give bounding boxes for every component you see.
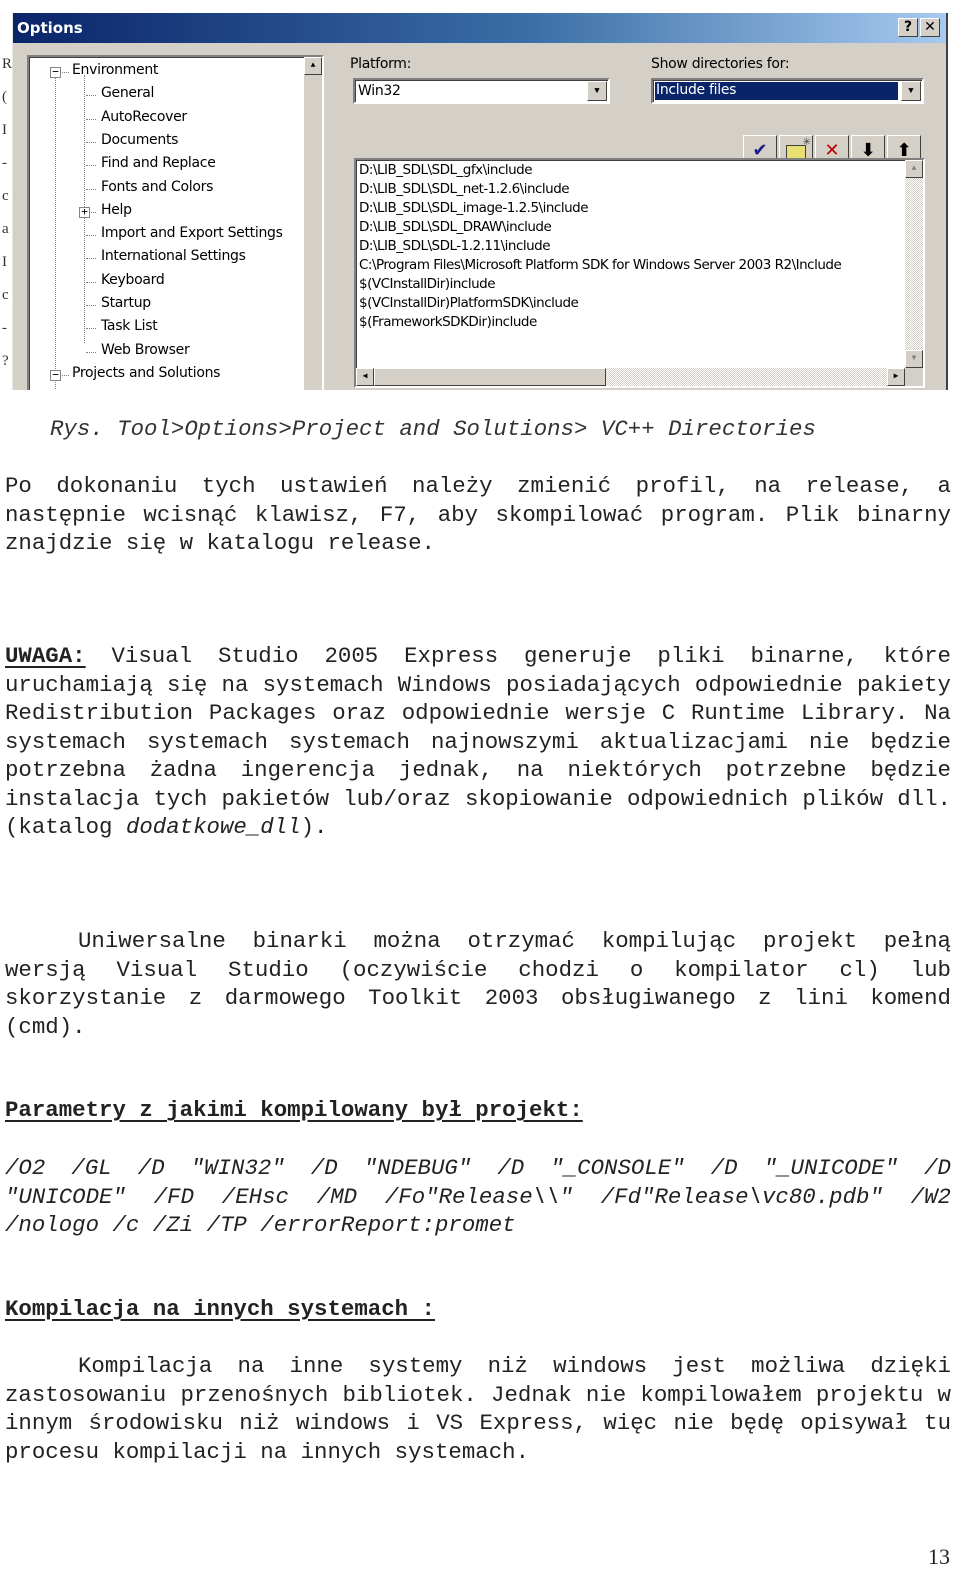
new-folder-icon: ✳ [786,138,811,159]
tree-item[interactable]: Fonts and Colors [101,179,213,195]
directory-entry[interactable]: D:\LIB_SDL\SDL_image-1.2.5\include [359,200,589,216]
tree-item[interactable]: Web Browser [101,342,190,358]
scroll-down-icon[interactable]: ▼ [905,350,923,368]
edge-fragment: c [2,188,9,204]
show-directories-value: Include files [654,81,899,101]
directory-vscrollbar[interactable]: ▲ ▼ [905,160,923,368]
options-dialog: Options ? ✕ ▲ − Environment General AutoRec… [12,13,948,390]
paragraph-profile: Po dokonaniu tych ustawień należy zmieni… [5,473,951,556]
platform-value: Win32 [358,83,401,99]
tree-item[interactable]: Task List [101,318,158,334]
other-systems-heading: Kompilacja na innych systemach : [5,1296,435,1322]
edge-fragment: I [2,122,7,138]
tree-item[interactable]: Help [101,202,132,218]
page-number: 13 [928,1544,950,1569]
show-directories-select[interactable]: Include files ▼ [651,78,924,104]
platform-label: Platform: [350,56,412,72]
tree-connector [86,188,96,190]
tree-item[interactable]: Find and Replace [101,155,216,171]
tree-item[interactable]: International Settings [101,248,246,264]
options-dialog-screenshot: R(I - c a Ic -? Options ? ✕ ▲ − Environment Gen… [0,0,960,390]
warning-label: UWAGA: [5,643,86,669]
tree-item[interactable]: Documents [101,132,178,148]
tree-connector [86,95,96,97]
title-bar: Options ? ✕ [13,13,946,43]
paragraph-other-systems: Kompilacja na inne systemy niż windows j… [5,1353,951,1465]
help-button[interactable]: ? [898,18,918,37]
dll-folder-name: dodatkowe_dll [125,814,301,840]
edge-fragment: - [2,320,7,336]
scroll-left-icon[interactable]: ◀ [356,368,374,386]
tree-connector [86,141,96,143]
paragraph-universal-binaries: Uniwersalne binarki można otrzymać kompi… [5,928,951,1040]
chevron-down-icon[interactable]: ▼ [587,81,607,101]
show-directories-label: Show directories for: [651,56,790,72]
tree-item[interactable]: Keyboard [101,272,165,288]
directory-entry[interactable]: $(FrameworkSDKDir)include [359,314,537,330]
directory-entry[interactable]: D:\LIB_SDL\SDL_DRAW\include [359,219,552,235]
tree-connector [86,235,96,237]
options-tree[interactable]: ▲ − Environment General AutoRecover Document… [27,55,324,390]
tree-connector [86,118,96,120]
directory-hscrollbar[interactable]: ◀ ▶ [356,368,905,386]
directory-entry[interactable]: $(VCInstallDir)PlatformSDK\include [359,295,579,311]
platform-select[interactable]: Win32 ▼ [353,78,610,104]
tree-item[interactable]: AutoRecover [101,109,187,125]
edge-fragment: I [2,254,7,270]
chevron-down-icon[interactable]: ▼ [901,81,921,101]
warning-paragraph: UWAGA: Visual Studio 2005 Express generu… [5,642,951,842]
tree-item[interactable]: Startup [101,295,151,311]
close-button[interactable]: ✕ [920,18,940,37]
tree-connector [86,165,96,167]
scroll-corner [905,368,923,386]
tree-connector [86,351,96,353]
edge-fragment: ( [2,89,7,105]
directory-entry[interactable]: D:\LIB_SDL\SDL-1.2.11\include [359,238,551,254]
tree-connector [86,305,96,306]
figure-caption: Rys. Tool>Options>Project and Solutions>… [50,416,816,442]
dialog-title: Options [17,19,83,37]
tree-guide-line [55,75,56,390]
directory-entry[interactable]: D:\LIB_SDL\SDL_net-1.2.6\include [359,181,570,197]
directory-entry[interactable]: $(VCInstallDir)include [359,276,496,292]
compiler-params: /O2 /GL /D "WIN32" /D "NDEBUG" /D "_CONS… [5,1155,951,1238]
edge-fragment: c [2,287,9,303]
tree-item[interactable]: General [101,85,154,101]
tree-connector [86,258,96,260]
warning-tail: ). [300,814,328,840]
directory-entry[interactable]: D:\LIB_SDL\SDL_gfx\include [359,162,533,178]
edge-fragment: - [2,155,7,171]
edge-fragment: ? [2,353,9,369]
warning-text: Visual Studio 2005 Express generuje plik… [5,643,951,840]
tree-scrollbar[interactable]: ▲ [304,57,322,390]
scroll-up-icon[interactable]: ▲ [905,160,923,178]
hscroll-thumb[interactable] [374,368,606,386]
tree-connector [86,328,96,330]
cropped-edge-text: R ( I - c a Ic -? [2,56,12,390]
directory-entry[interactable]: C:\Program Files\Microsoft Platform SDK … [359,257,842,273]
collapse-icon[interactable]: − [50,369,61,381]
collapse-icon[interactable]: − [50,66,61,78]
directory-list[interactable]: ▲ ▼ ◀ ▶ D:\LIB_SDL\SDL_gfx\include D:\LIB… [354,158,925,388]
expand-icon[interactable]: + [79,206,90,218]
tree-item[interactable]: Environment [72,62,158,78]
edge-fragment: a [2,221,9,237]
scroll-up-icon[interactable]: ▲ [304,57,322,75]
tree-item[interactable]: Import and Export Settings [101,225,283,241]
tree-connector [86,281,96,283]
params-heading: Parametry z jakimi kompilowany był proje… [5,1097,583,1123]
tree-item[interactable]: Projects and Solutions [72,365,220,381]
scroll-right-icon[interactable]: ▶ [887,368,905,386]
edge-fragment: R [2,56,13,72]
